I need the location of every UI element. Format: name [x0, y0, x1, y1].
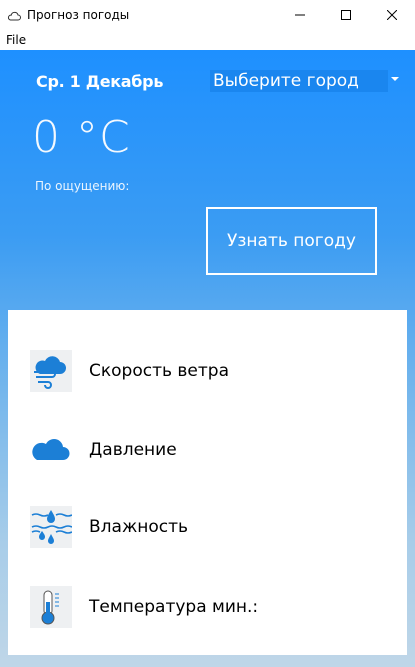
title-bar[interactable]: Прогноз погоды	[0, 0, 415, 30]
temperature-value: 0 °C	[32, 112, 131, 163]
humidity-label: Влажность	[89, 517, 189, 537]
get-weather-button[interactable]: Узнать погоду	[206, 207, 377, 275]
date-label: Ср. 1 Декабрь	[36, 72, 164, 91]
minimize-icon	[295, 14, 305, 16]
wind-speed-label: Скорость ветра	[89, 361, 229, 381]
cloud-icon	[7, 8, 21, 21]
min-temp-label: Температура мин.:	[89, 597, 259, 617]
city-select[interactable]: Выберите город	[210, 70, 388, 92]
detail-row-min-temp: Температура мин.:	[30, 586, 390, 630]
detail-row-pressure: Давление	[30, 429, 390, 473]
maximize-button[interactable]	[323, 0, 369, 30]
details-card: Скорость ветра Давление Влажность Темпер…	[8, 310, 407, 655]
feels-like-label: По ощущению:	[35, 179, 130, 193]
thermometer-icon	[30, 586, 72, 628]
pressure-label: Давление	[89, 440, 177, 460]
minimize-button[interactable]	[277, 0, 323, 30]
maximize-icon	[341, 10, 351, 20]
close-button[interactable]	[369, 0, 415, 30]
close-icon	[387, 10, 397, 20]
cloud-icon	[30, 429, 72, 471]
menu-bar: File	[0, 30, 415, 50]
window-title: Прогноз погоды	[27, 8, 130, 22]
chevron-down-icon[interactable]	[391, 77, 399, 81]
humidity-icon	[30, 506, 73, 548]
app-window: Прогноз погоды File Ср. 1 Декабрь Выбери…	[0, 0, 415, 667]
detail-row-humidity: Влажность	[30, 506, 390, 550]
menu-file[interactable]: File	[6, 32, 26, 48]
city-select-value: Выберите город	[213, 71, 359, 91]
wind-icon	[30, 350, 72, 392]
detail-row-wind: Скорость ветра	[30, 350, 390, 394]
